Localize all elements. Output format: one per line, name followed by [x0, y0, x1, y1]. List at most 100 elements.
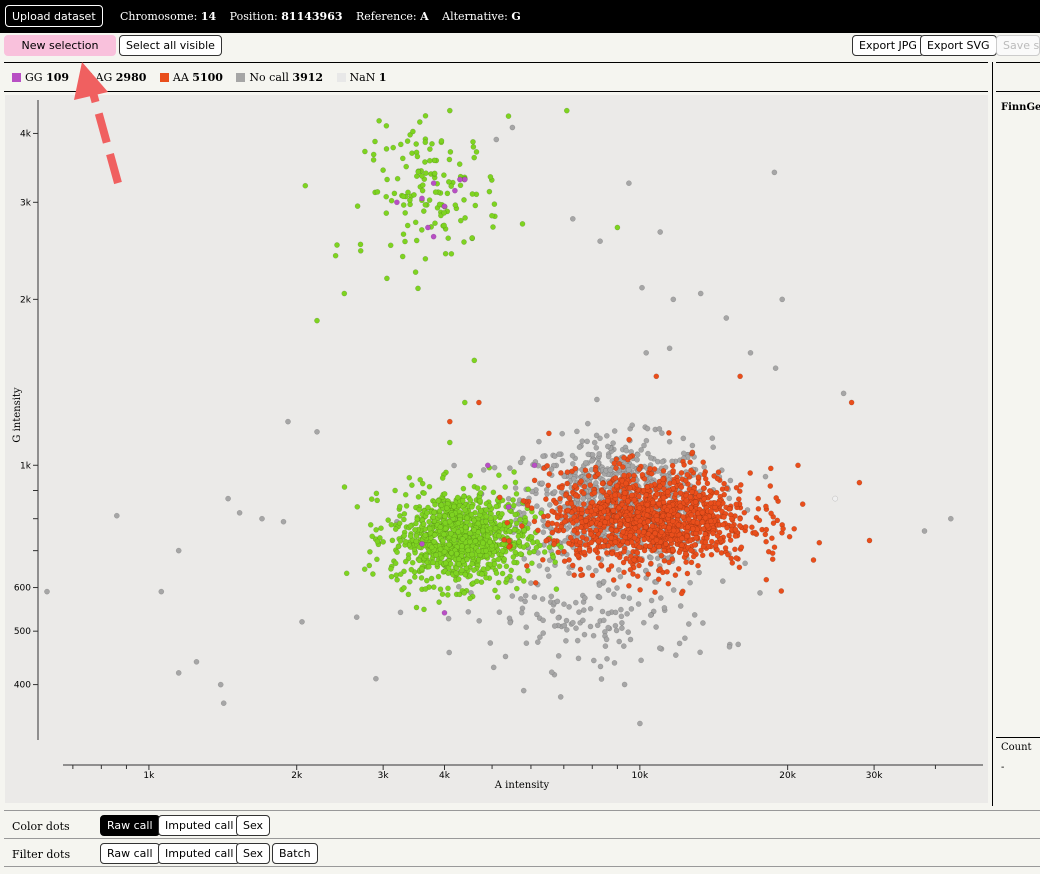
data-point-ag[interactable] [400, 231, 407, 237]
data-point-ag[interactable] [471, 357, 478, 364]
data-point-ag[interactable] [461, 239, 467, 245]
data-point-ag[interactable] [479, 571, 485, 578]
data-point-aa[interactable] [658, 552, 665, 559]
data-point-ag[interactable] [415, 285, 421, 292]
data-point-ag[interactable] [370, 157, 377, 163]
data-point-no-call[interactable] [571, 475, 577, 482]
intensity-scatter-chart[interactable]: 1k 2k 3k 4k 10k 20k 30k A intensity 400 500 600 1k 2… [0, 0, 1040, 874]
data-point-ag[interactable] [487, 525, 494, 532]
data-point-ag[interactable] [374, 189, 381, 195]
data-point-aa[interactable] [608, 534, 615, 541]
data-point-ag[interactable] [422, 586, 429, 592]
data-point-aa[interactable] [599, 488, 605, 495]
data-point-no-call[interactable] [670, 296, 677, 303]
data-point-aa[interactable] [535, 527, 541, 534]
data-point-ag[interactable] [403, 163, 410, 170]
data-point-ag[interactable] [483, 574, 489, 581]
data-point-aa[interactable] [701, 471, 708, 478]
data-point-ag[interactable] [469, 191, 476, 197]
data-point-ag[interactable] [435, 573, 442, 580]
data-point-ag[interactable] [461, 590, 468, 596]
data-point-no-call[interactable] [710, 444, 717, 451]
data-point-no-call[interactable] [534, 503, 540, 509]
data-point-aa[interactable] [752, 529, 758, 536]
data-point-aa[interactable] [585, 472, 592, 479]
data-point-aa[interactable] [613, 465, 619, 471]
data-point-no-call[interactable] [314, 428, 320, 435]
data-point-ag[interactable] [411, 191, 417, 198]
data-point-ag[interactable] [436, 201, 443, 208]
data-point-aa[interactable] [696, 492, 703, 499]
data-point-ag[interactable] [483, 513, 490, 520]
data-point-ag[interactable] [440, 537, 446, 544]
data-point-ag[interactable] [505, 113, 512, 119]
data-point-ag[interactable] [514, 585, 520, 592]
data-point-no-call[interactable] [726, 495, 733, 502]
data-point-ag[interactable] [421, 490, 427, 497]
data-point-ag[interactable] [400, 193, 407, 200]
data-point-aa[interactable] [572, 482, 579, 489]
data-point-aa[interactable] [625, 517, 631, 523]
data-point-aa[interactable] [733, 501, 740, 508]
data-point-ag[interactable] [422, 201, 429, 208]
data-point-ag[interactable] [445, 570, 452, 577]
data-point-aa[interactable] [656, 544, 662, 550]
data-point-ag[interactable] [452, 202, 459, 208]
data-point-aa[interactable] [636, 505, 643, 511]
data-point-aa[interactable] [683, 477, 689, 484]
data-point-aa[interactable] [681, 462, 687, 468]
data-point-no-call[interactable] [643, 437, 650, 444]
data-point-no-call[interactable] [602, 643, 609, 649]
data-point-no-call[interactable] [605, 453, 612, 460]
data-point-no-call[interactable] [487, 640, 494, 646]
data-point-no-call[interactable] [585, 420, 591, 427]
data-point-no-call[interactable] [661, 605, 668, 611]
data-point-aa[interactable] [593, 527, 599, 534]
data-point-ag[interactable] [446, 156, 453, 163]
data-point-no-call[interactable] [779, 296, 786, 303]
data-point-ag[interactable] [487, 173, 494, 180]
data-point-aa[interactable] [725, 551, 731, 558]
data-point-aa[interactable] [599, 480, 606, 487]
data-point-aa[interactable] [546, 430, 552, 437]
data-point-aa[interactable] [621, 454, 627, 461]
data-point-no-call[interactable] [507, 619, 514, 626]
data-point-aa[interactable] [634, 573, 641, 580]
data-point-aa[interactable] [557, 507, 564, 514]
data-point-ag[interactable] [451, 537, 458, 543]
data-point-ag[interactable] [422, 532, 429, 539]
data-point-ag[interactable] [401, 585, 407, 591]
data-point-ag[interactable] [459, 543, 465, 550]
data-point-aa[interactable] [653, 373, 660, 380]
data-point-ag[interactable] [422, 139, 429, 146]
data-point-ag[interactable] [477, 490, 484, 496]
data-point-no-call[interactable] [666, 345, 673, 352]
data-point-aa[interactable] [665, 580, 672, 587]
data-point-ag[interactable] [483, 552, 490, 559]
data-point-ag[interactable] [512, 511, 519, 518]
data-point-ag[interactable] [409, 482, 415, 488]
data-point-no-call[interactable] [742, 560, 748, 567]
data-point-no-call[interactable] [648, 455, 654, 461]
data-point-no-call[interactable] [580, 495, 587, 502]
data-point-aa[interactable] [702, 514, 709, 521]
data-point-ag[interactable] [521, 578, 527, 584]
data-point-no-call[interactable] [285, 418, 291, 425]
data-point-ag[interactable] [387, 242, 394, 249]
data-point-aa[interactable] [520, 497, 527, 504]
data-point-aa[interactable] [653, 537, 660, 543]
data-point-ag[interactable] [370, 571, 376, 577]
data-point-no-call[interactable] [586, 565, 592, 571]
data-point-no-call[interactable] [599, 608, 606, 615]
data-point-ag[interactable] [394, 549, 400, 556]
data-point-aa[interactable] [780, 525, 786, 532]
data-point-no-call[interactable] [536, 438, 542, 445]
data-point-ag[interactable] [442, 560, 449, 566]
data-point-ag[interactable] [465, 547, 471, 554]
data-point-aa[interactable] [566, 495, 573, 501]
data-point-ag[interactable] [502, 484, 509, 490]
data-point-no-call[interactable] [604, 656, 610, 662]
data-point-ag[interactable] [510, 497, 516, 503]
data-point-aa[interactable] [531, 477, 538, 484]
data-point-aa[interactable] [543, 496, 549, 502]
